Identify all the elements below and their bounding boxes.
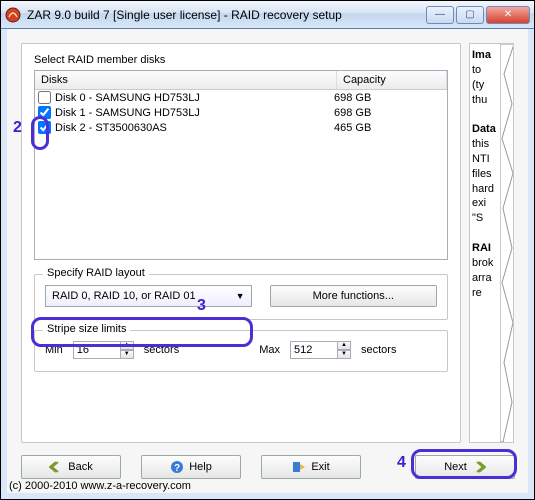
raid-layout-selected: RAID 0, RAID 10, or RAID 01 <box>52 290 196 302</box>
disk-row[interactable]: Disk 0 - SAMSUNG HD753LJ 698 GB <box>35 90 447 105</box>
exit-button[interactable]: Exit <box>261 455 361 479</box>
more-functions-button[interactable]: More functions... <box>270 285 437 307</box>
bottom-bar: Back ? Help Exit Next <box>21 453 515 481</box>
spin-down-icon[interactable]: ▼ <box>120 350 134 359</box>
spin-down-icon[interactable]: ▼ <box>337 350 351 359</box>
disk-capacity: 698 GB <box>334 92 444 104</box>
disk-list-header: Disks Capacity <box>35 71 447 90</box>
titlebar: ZAR 9.0 build 7 [Single user license] - … <box>1 1 534 29</box>
arrow-left-icon <box>49 460 63 474</box>
footer-copyright: (c) 2000-2010 www.z-a-recovery.com <box>9 480 191 492</box>
app-icon <box>5 7 21 23</box>
stripe-max-field[interactable]: ▲▼ <box>290 341 351 359</box>
disk-checkbox[interactable] <box>38 106 51 119</box>
back-button[interactable]: Back <box>21 455 121 479</box>
main-panel: Select RAID member disks Disks Capacity … <box>21 43 461 443</box>
help-icon: ? <box>170 460 184 474</box>
disk-capacity: 698 GB <box>334 107 444 119</box>
header-capacity[interactable]: Capacity <box>337 71 447 89</box>
side-heading: Ima <box>472 49 491 61</box>
stripe-min-input[interactable] <box>73 341 121 359</box>
side-panel: Ima to (ty thu Data this NTI files hard … <box>469 43 514 443</box>
next-label: Next <box>444 461 467 473</box>
header-disks[interactable]: Disks <box>35 71 337 89</box>
disk-row[interactable]: Disk 2 - ST3500630AS 465 GB <box>35 120 447 135</box>
next-button[interactable]: Next <box>415 455 515 479</box>
exit-icon <box>292 460 306 474</box>
disk-name: Disk 2 - ST3500630AS <box>55 122 334 134</box>
spin-up-icon[interactable]: ▲ <box>120 341 134 350</box>
side-heading: RAI <box>472 242 491 254</box>
raid-layout-label: Specify RAID layout <box>43 267 149 279</box>
disk-name: Disk 0 - SAMSUNG HD753LJ <box>55 92 334 104</box>
stripe-min-field[interactable]: ▲▼ <box>73 341 134 359</box>
raid-layout-group: Specify RAID layout RAID 0, RAID 10, or … <box>34 274 448 320</box>
stripe-max-label: Max <box>259 344 280 356</box>
help-button[interactable]: ? Help <box>141 455 241 479</box>
spin-up-icon[interactable]: ▲ <box>337 341 351 350</box>
side-heading: Data <box>472 123 496 135</box>
svg-text:?: ? <box>174 463 180 474</box>
window-buttons: — ▢ ✕ <box>426 6 530 24</box>
disk-checkbox[interactable] <box>38 121 51 134</box>
minimize-button[interactable]: — <box>426 6 454 24</box>
disk-row[interactable]: Disk 1 - SAMSUNG HD753LJ 698 GB <box>35 105 447 120</box>
chevron-down-icon: ▼ <box>236 291 245 301</box>
disk-name: Disk 1 - SAMSUNG HD753LJ <box>55 107 334 119</box>
stripe-label: Stripe size limits <box>43 323 130 335</box>
disk-list: Disks Capacity Disk 0 - SAMSUNG HD753LJ … <box>34 70 448 260</box>
maximize-button[interactable]: ▢ <box>456 6 484 24</box>
select-disks-label: Select RAID member disks <box>34 54 448 66</box>
exit-label: Exit <box>311 461 329 473</box>
close-button[interactable]: ✕ <box>486 6 530 24</box>
raid-layout-select[interactable]: RAID 0, RAID 10, or RAID 01 ▼ <box>45 285 252 307</box>
torn-edge <box>500 44 514 442</box>
back-label: Back <box>68 461 92 473</box>
stripe-unit: sectors <box>144 344 179 356</box>
stripe-group: Stripe size limits Min ▲▼ sectors Max ▲▼… <box>34 330 448 372</box>
more-functions-label: More functions... <box>313 290 394 302</box>
client-area: Select RAID member disks Disks Capacity … <box>1 29 534 499</box>
stripe-min-label: Min <box>45 344 63 356</box>
help-label: Help <box>189 461 212 473</box>
disk-checkbox[interactable] <box>38 91 51 104</box>
disk-capacity: 465 GB <box>334 122 444 134</box>
window-title: ZAR 9.0 build 7 [Single user license] - … <box>27 8 426 22</box>
stripe-max-input[interactable] <box>290 341 338 359</box>
arrow-right-icon <box>472 460 486 474</box>
stripe-unit: sectors <box>361 344 396 356</box>
